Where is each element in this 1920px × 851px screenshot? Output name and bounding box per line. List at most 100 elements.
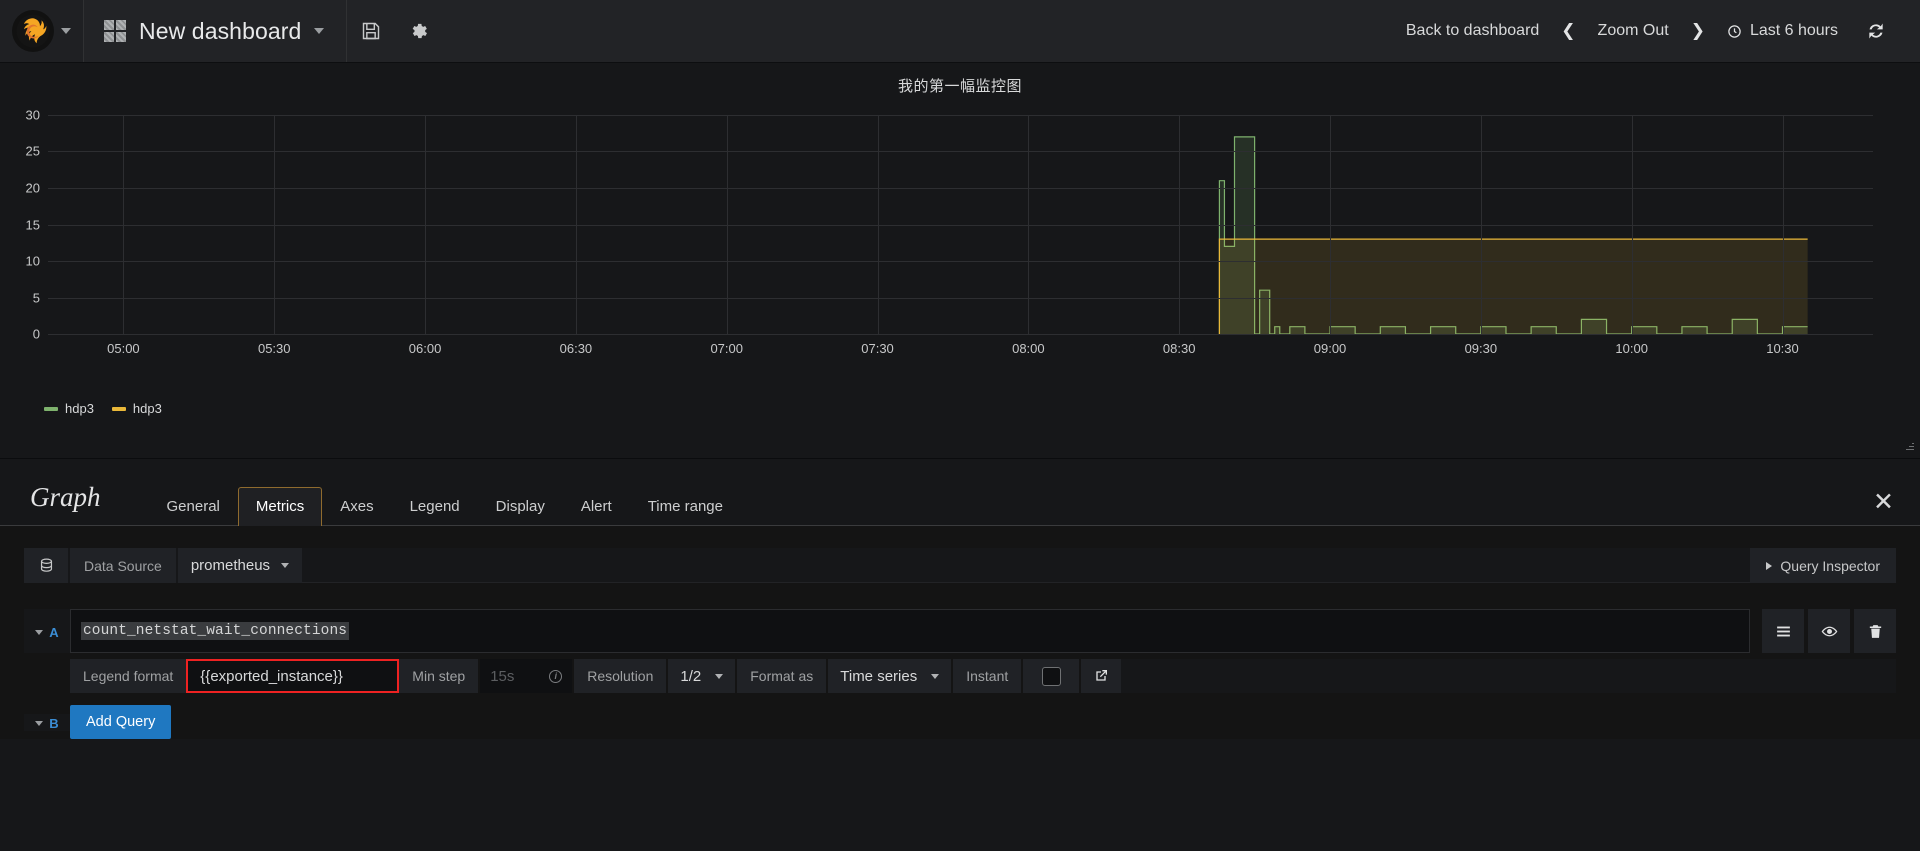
query-b-handle[interactable]: B [24,713,70,731]
time-shift-forward-chevron-right-icon[interactable]: ❯ [1683,0,1713,62]
x-axis-tick-label: 10:00 [1615,341,1648,356]
grafana-home-button[interactable] [0,0,84,62]
query-a-toggle-visibility-button[interactable] [1808,609,1850,653]
dashboard-picker[interactable]: New dashboard [84,0,348,62]
x-gridline [1782,115,1784,334]
tab-legend[interactable]: Legend [392,487,478,526]
query-expression-row: A count_netstat_wait_connections [24,609,1896,653]
query-b-letter: B [49,715,59,731]
x-gridline [877,115,879,334]
refresh-button[interactable] [1852,0,1900,62]
y-gridline [48,151,1873,153]
series-fill-1 [1219,239,1808,334]
instant-label: Instant [953,659,1022,693]
query-a-options-button[interactable] [1762,609,1804,653]
navbar-spacer [443,0,1391,62]
trash-icon [1869,624,1881,638]
dashboard-chevron-down-icon[interactable] [314,28,325,34]
legend-item[interactable]: hdp3 [44,401,94,416]
x-gridline [726,115,728,334]
time-shift-back-chevron-left-icon[interactable]: ❮ [1553,0,1583,62]
y-axis-tick-label: 15 [25,217,40,232]
graph-panel: 我的第一幅监控图 0 5 10 15 20 25 30 05:00 05:30 06:00 06:3… [0,63,1920,458]
panel-editor: Graph General Metrics Axes Legend Display Ale… [0,458,1920,739]
y-axis-tick-label: 0 [32,326,40,342]
zoom-out-button[interactable]: Zoom Out [1584,0,1683,62]
grafana-logo-icon[interactable] [12,10,54,52]
tab-metrics[interactable]: Metrics [237,487,323,526]
query-a-letter: A [49,624,59,640]
query-row-a: A count_netstat_wait_connections Legend … [24,609,1896,695]
back-to-dashboard-button[interactable]: Back to dashboard [1392,0,1553,62]
editor-tab-bar: Graph General Metrics Axes Legend Display Ale… [0,459,1920,526]
datasource-select[interactable]: prometheus [177,548,303,583]
legend-format-input[interactable]: {{exported_instance}} [186,659,400,693]
gear-icon [413,23,428,39]
dashboard-settings-button[interactable] [395,0,443,62]
legend-color-swatch-icon [44,406,58,411]
y-gridline [48,334,1873,335]
time-range-picker[interactable]: Last 6 hours [1713,0,1852,62]
panel-title: 我的第一幅监控图 [897,78,1022,95]
min-step-placeholder: 15s [490,667,515,685]
x-axis-tick-label: 07:00 [710,341,743,356]
resolution-chevron-down-icon [715,673,724,679]
format-as-value: Time series [840,667,918,685]
y-axis-tick-label: 10 [25,253,40,269]
y-gridline [48,224,1873,226]
query-a-expression-input[interactable]: count_netstat_wait_connections [70,609,1750,653]
x-axis-tick-label: 09:30 [1464,341,1498,356]
query-b-chevron-down-icon[interactable] [35,720,44,726]
query-inspector-button[interactable]: Query Inspector [1750,548,1896,583]
graph-plot[interactable]: 0 5 10 15 20 25 30 05:00 05:30 06:00 06:30 07:00 07:… [26,108,1873,356]
editor-body: Data Source prometheus Query Inspector A… [0,526,1920,739]
tab-axes[interactable]: Axes [322,487,391,526]
tab-display[interactable]: Display [478,487,563,526]
tab-general[interactable]: General [149,487,238,526]
database-icon [24,548,68,583]
editor-heading: Graph [30,482,101,512]
y-gridline [48,297,1873,299]
x-axis-tick-label: 08:00 [1012,341,1045,356]
resolution-label: Resolution [574,659,667,693]
y-axis-tick-label: 30 [25,107,40,123]
legend-item[interactable]: hdp3 [111,401,162,416]
datasource-chevron-down-icon [281,563,290,568]
resolution-select[interactable]: 1/2 [668,659,736,693]
min-step-input[interactable]: 15s i [480,659,573,693]
min-step-info-icon[interactable]: i [549,669,563,683]
grafana-menu-chevron-down-icon[interactable] [61,28,71,34]
instant-checkbox-box [1041,666,1061,686]
x-axis-tick-label: 06:00 [408,341,442,356]
legend-series-name: hdp3 [132,401,162,416]
legend-series-name: hdp3 [65,401,94,416]
x-axis-tick-label: 09:00 [1313,341,1347,356]
query-a-chevron-down-icon[interactable] [35,629,44,635]
panel-resize-grip-icon[interactable] [1904,440,1914,450]
graph-area[interactable]: 0 5 10 15 20 25 30 05:00 05:30 06:00 06:30 07:00 07:… [0,93,1895,356]
graph-legend: hdp3 hdp3 [44,401,162,416]
eye-icon [1821,626,1837,636]
query-a-delete-button[interactable] [1854,609,1896,653]
tab-alert[interactable]: Alert [563,487,630,526]
x-axis-tick-label: 10:30 [1766,341,1799,356]
query-inspector-label: Query Inspector [1780,557,1880,574]
query-a-options-row: Legend format {{exported_instance}} Min … [70,657,1896,695]
y-axis-tick-label: 20 [25,180,40,196]
save-floppy-icon [363,22,380,40]
legend-format-label: Legend format [70,659,187,693]
close-editor-button[interactable]: ✕ [1873,490,1894,525]
open-in-prometheus-button[interactable] [1081,659,1122,693]
x-gridline [425,115,427,334]
save-dashboard-button[interactable] [347,0,395,62]
x-gridline [1631,115,1633,334]
dashboard-title: New dashboard [139,17,302,44]
x-axis-tick-label: 05:30 [257,341,291,356]
instant-checkbox[interactable] [1023,659,1080,693]
legend-color-swatch-icon [111,406,126,411]
add-query-button[interactable]: Add Query [70,705,172,739]
format-as-select[interactable]: Time series [828,659,952,693]
query-a-handle[interactable]: A [24,609,70,653]
tab-time-range[interactable]: Time range [630,487,741,526]
query-a-expression-text: count_netstat_wait_connections [81,622,350,640]
